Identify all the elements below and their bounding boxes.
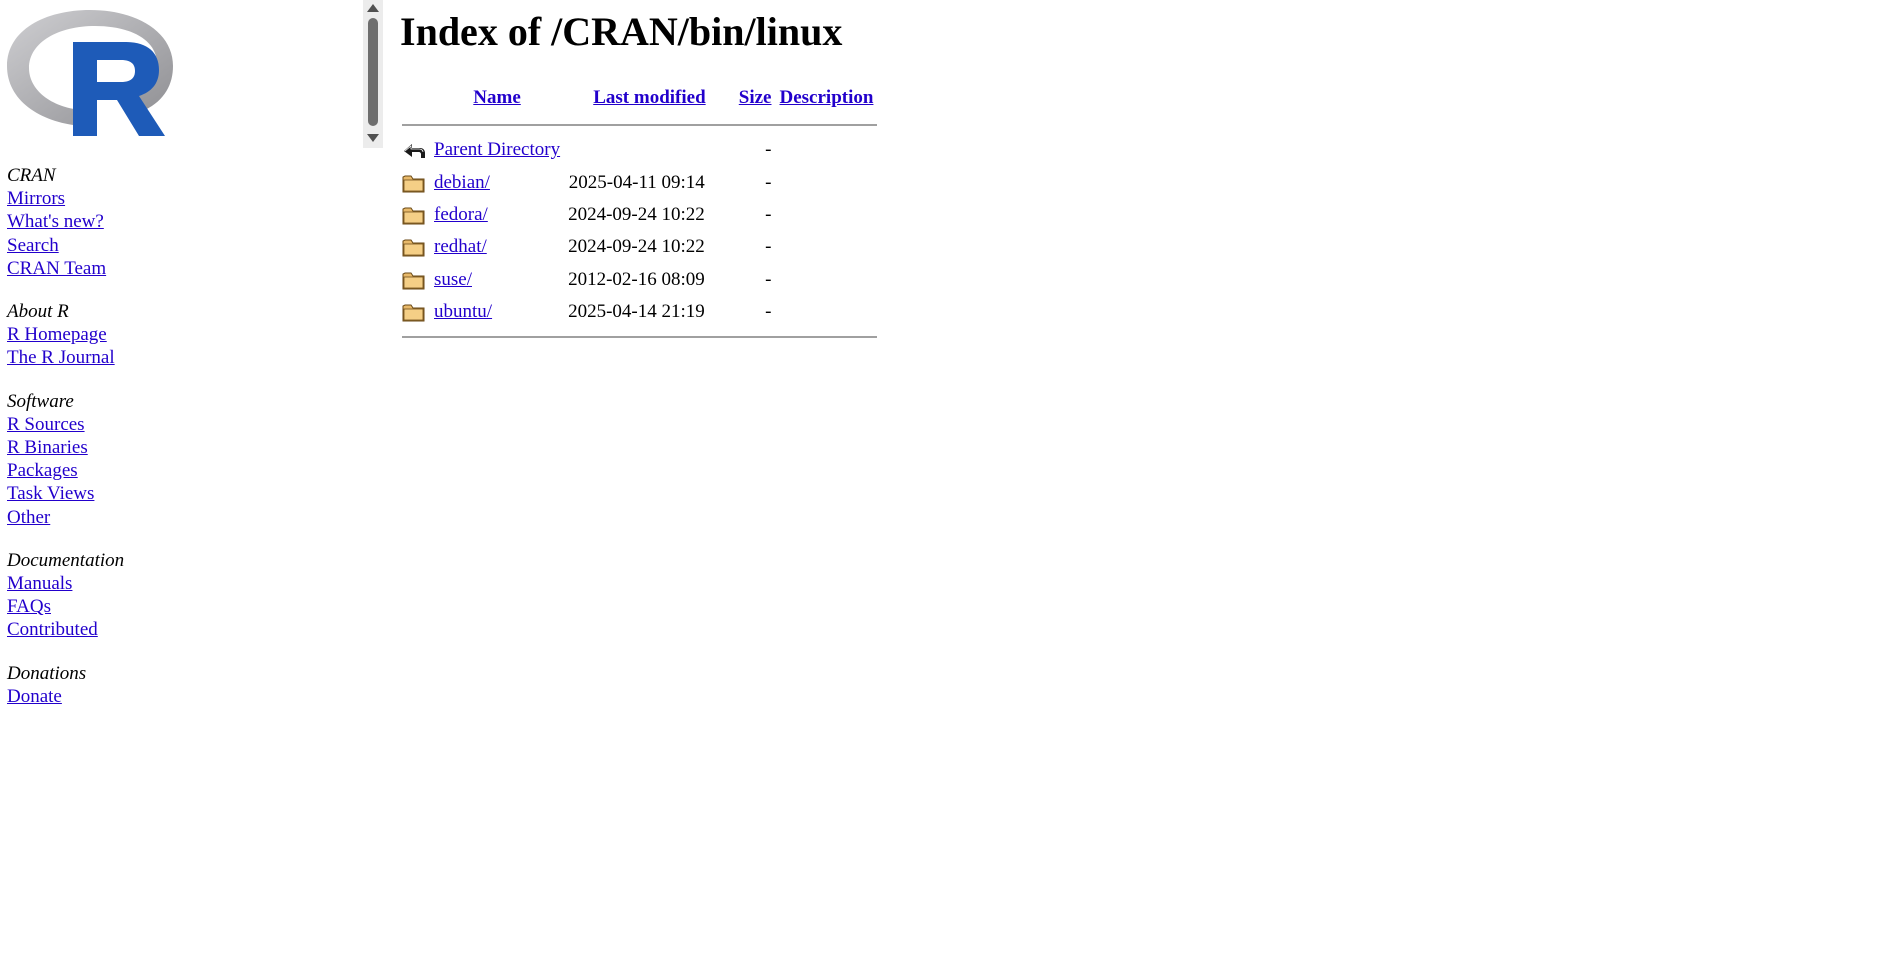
name-header: Name [430, 80, 564, 116]
icon-header [402, 80, 430, 116]
modified-header: Last modified [564, 80, 735, 116]
directory-link-ubuntu[interactable]: ubuntu/ [434, 301, 492, 322]
folder-icon [402, 239, 425, 257]
parent-directory-link[interactable]: Parent Directory [434, 139, 560, 160]
icon-cell [402, 296, 430, 328]
nav-link-cran-team[interactable]: CRAN Team [7, 257, 124, 280]
folder-icon [402, 304, 425, 322]
nav-link-search[interactable]: Search [7, 234, 124, 257]
r-logo[interactable] [7, 8, 173, 136]
description-cell [776, 264, 878, 296]
scroll-up-arrow-icon[interactable] [367, 4, 379, 12]
nav-link-r-journal[interactable]: The R Journal [7, 346, 124, 369]
scroll-down-arrow-icon[interactable] [367, 134, 379, 142]
sidebar-scrollbar[interactable] [363, 0, 383, 148]
table-row: ubuntu/ 2025-04-14 21:19 - [402, 296, 877, 328]
name-cell: suse/ [430, 264, 564, 296]
directory-link-debian[interactable]: debian/ [434, 172, 490, 193]
scrollbar-thumb[interactable] [368, 18, 378, 126]
name-cell: debian/ [430, 166, 564, 198]
table-row: redhat/ 2024-09-24 10:22 - [402, 231, 877, 263]
modified-cell: 2024-09-24 10:22 [568, 203, 705, 225]
icon-cell [402, 166, 430, 198]
directory-listing: Name Last modified Size Description Pare… [402, 80, 878, 346]
divider-row [402, 116, 878, 134]
size-cell: - [765, 139, 772, 161]
table-row: suse/ 2012-02-16 08:09 - [402, 264, 877, 296]
description-cell [776, 296, 878, 328]
size-cell: - [765, 301, 772, 323]
modified-cell: 2012-02-16 08:09 [568, 268, 705, 290]
nav-section-software: Software R Sources R Binaries Packages T… [7, 390, 124, 529]
description-header: Description [776, 80, 878, 116]
nav-link-r-binaries[interactable]: R Binaries [7, 436, 124, 459]
nav-heading: About R [7, 301, 69, 323]
nav-section-cran: CRAN Mirrors What's new? Search CRAN Tea… [7, 164, 124, 280]
nav-link-other[interactable]: Other [7, 506, 124, 529]
name-cell: ubuntu/ [430, 296, 564, 328]
page-title: Index of /CRAN/bin/linux [400, 9, 843, 54]
sort-by-modified-link[interactable]: Last modified [593, 87, 705, 108]
nav-heading: CRAN [7, 165, 56, 186]
table-row: debian/ 2025-04-11 09:14 - [402, 166, 877, 198]
table-row: fedora/ 2024-09-24 10:22 - [402, 199, 877, 231]
sidebar-frame: CRAN Mirrors What's new? Search CRAN Tea… [0, 0, 385, 968]
description-cell [776, 134, 878, 166]
sort-by-name-link[interactable]: Name [473, 87, 520, 108]
sidebar-nav: CRAN Mirrors What's new? Search CRAN Tea… [7, 164, 124, 728]
size-header: Size [735, 80, 776, 116]
divider [402, 124, 878, 126]
directory-link-fedora[interactable]: fedora/ [434, 204, 488, 225]
nav-link-r-homepage[interactable]: R Homepage [7, 323, 124, 346]
nav-section-donations: Donations Donate [7, 662, 124, 708]
sort-by-description-link[interactable]: Description [780, 87, 874, 108]
directory-link-suse[interactable]: suse/ [434, 269, 472, 290]
nav-link-packages[interactable]: Packages [7, 459, 124, 482]
nav-link-manuals[interactable]: Manuals [7, 572, 124, 595]
nav-link-donate[interactable]: Donate [7, 685, 124, 708]
nav-link-mirrors[interactable]: Mirrors [7, 187, 124, 210]
folder-icon [402, 207, 425, 225]
nav-link-r-sources[interactable]: R Sources [7, 413, 124, 436]
nav-link-contributed[interactable]: Contributed [7, 618, 124, 641]
icon-cell [402, 134, 430, 166]
size-cell: - [765, 203, 772, 225]
table-row: Parent Directory - [402, 134, 877, 166]
name-cell: Parent Directory [430, 134, 564, 166]
size-cell: - [765, 171, 772, 193]
nav-heading: Donations [7, 662, 87, 684]
description-cell [776, 166, 878, 198]
name-cell: fedora/ [430, 199, 564, 231]
main-frame: Index of /CRAN/bin/linux Name Last modif… [400, 0, 1896, 968]
nav-section-about-r: About R R Homepage The R Journal [7, 300, 124, 370]
divider-row [402, 328, 878, 346]
description-cell [776, 231, 878, 263]
icon-cell [402, 199, 430, 231]
nav-heading: Documentation [7, 549, 125, 571]
icon-cell [402, 264, 430, 296]
directory-link-redhat[interactable]: redhat/ [434, 236, 487, 257]
modified-cell: 2025-04-14 21:19 [568, 301, 705, 323]
folder-icon [402, 175, 425, 193]
header-row: Name Last modified Size Description [402, 80, 877, 116]
nav-link-task-views[interactable]: Task Views [7, 482, 124, 505]
size-cell: - [765, 268, 772, 290]
nav-section-documentation: Documentation Manuals FAQs Contributed [7, 549, 124, 642]
sort-by-size-link[interactable]: Size [739, 87, 772, 108]
folder-icon [402, 272, 425, 290]
modified-cell: 2025-04-11 09:14 [568, 171, 705, 193]
nav-heading: Software [7, 390, 74, 412]
nav-link-faqs[interactable]: FAQs [7, 595, 124, 618]
name-cell: redhat/ [430, 231, 564, 263]
modified-cell: 2024-09-24 10:22 [568, 236, 705, 258]
size-cell: - [765, 236, 772, 258]
icon-cell [402, 231, 430, 263]
modified-cell [564, 134, 735, 166]
divider [402, 336, 878, 339]
description-cell [776, 199, 878, 231]
nav-link-whats-new[interactable]: What's new? [7, 210, 124, 233]
back-icon [404, 144, 425, 159]
